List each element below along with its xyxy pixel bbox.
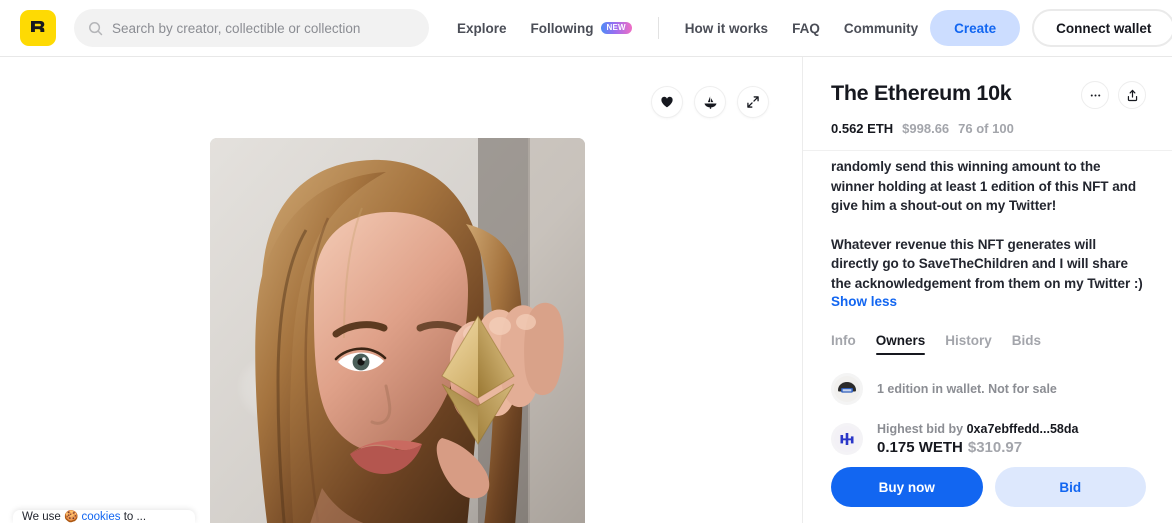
nav-item-explore[interactable]: Explore [457, 21, 519, 36]
list-item[interactable]: 1 edition in wallet. Not for sale [831, 373, 1146, 405]
nft-detail-panel: The Ethereum 10k 0.562 ETH $998.66 76 of… [803, 57, 1172, 523]
nav-item-faq[interactable]: FAQ [780, 21, 832, 36]
like-heart-icon[interactable] [651, 86, 683, 118]
nft-artwork-image[interactable] [210, 138, 585, 523]
nav-label-following: Following [530, 20, 594, 36]
cookie-emoji-icon: 🍪 [63, 511, 79, 523]
tab-info[interactable]: Info [831, 333, 856, 355]
tab-owners[interactable]: Owners [875, 333, 925, 355]
nav-divider [657, 17, 659, 39]
search-bar[interactable] [74, 9, 429, 47]
cookie-text-before: We use [22, 511, 64, 523]
expand-fullscreen-icon[interactable] [737, 86, 769, 118]
cookie-consent-banner[interactable]: We use 🍪 cookies to ... [13, 510, 195, 523]
bid-button[interactable]: Bid [994, 467, 1146, 507]
nav-label-faq: FAQ [792, 20, 820, 36]
highest-bid-label: Highest bid by 0xa7ebffedd...58da [877, 422, 1078, 436]
bidder-meta: Highest bid by 0xa7ebffedd...58da 0.175 … [877, 422, 1078, 455]
page-body: We use 🍪 cookies to ... The Ethereum 10k [0, 57, 1172, 523]
owner-avatar-icon [831, 373, 863, 405]
header-actions: Create Connect wallet [930, 9, 1172, 47]
page-title: The Ethereum 10k [831, 81, 1012, 105]
cookie-text-after: to ... [120, 511, 147, 523]
detail-scroll-area[interactable]: randomly send this winning amount to the… [803, 150, 1172, 455]
buy-now-button[interactable]: Buy now [831, 467, 983, 507]
edition-count: 76 of 100 [958, 121, 1014, 136]
highest-bid-usd: $310.97 [967, 439, 1023, 455]
title-row: The Ethereum 10k [831, 79, 1146, 109]
tab-bids[interactable]: Bids [1012, 333, 1041, 355]
owner-status-prefix: 1 edition in wallet. Not for sale [877, 382, 1057, 396]
nav-label-how-it-works: How it works [684, 20, 769, 36]
nav-item-following[interactable]: Following NEW [519, 21, 644, 36]
show-less-link[interactable]: Show less [831, 294, 897, 309]
bidder-address[interactable]: 0xa7ebffedd...58da [967, 422, 1079, 436]
create-button[interactable]: Create [930, 10, 1021, 46]
description-paragraph-1: randomly send this winning amount to the… [831, 159, 1137, 213]
connect-wallet-button[interactable]: Connect wallet [1032, 9, 1172, 47]
cookie-link[interactable]: cookies [78, 511, 121, 523]
share-upload-icon[interactable] [1118, 81, 1146, 109]
search-input[interactable] [112, 20, 415, 36]
list-item[interactable]: Highest bid by 0xa7ebffedd...58da 0.175 … [831, 422, 1146, 455]
main-nav: Explore Following NEW How it works FAQ C… [457, 17, 930, 39]
rarible-logo-icon[interactable] [20, 10, 56, 46]
tab-history[interactable]: History [945, 333, 992, 355]
description-paragraph-2: Whatever revenue this NFT generates will… [831, 236, 1143, 291]
top-navigation-bar: Explore Following NEW How it works FAQ C… [0, 0, 1172, 57]
nav-item-how-it-works[interactable]: How it works [673, 21, 780, 36]
search-icon [88, 21, 103, 36]
artwork-pane: We use 🍪 cookies to ... [0, 57, 803, 523]
ellipsis-menu-icon[interactable] [1081, 81, 1109, 109]
owner-status-text: 1 edition in wallet. Not for sale [877, 382, 1057, 396]
cta-row: Buy now Bid [803, 455, 1172, 523]
title-actions [1081, 81, 1146, 109]
price-row: 0.562 ETH $998.66 76 of 100 [831, 121, 1146, 150]
description-block: randomly send this winning amount to the… [831, 151, 1146, 311]
detail-header: The Ethereum 10k 0.562 ETH $998.66 76 of… [803, 57, 1172, 150]
detail-tabs: Info Owners History Bids [831, 333, 1146, 355]
price-usd: $998.66 [902, 121, 950, 136]
owners-list: 1 edition in wallet. Not for sale Highes… [831, 373, 1146, 455]
owner-meta: 1 edition in wallet. Not for sale [877, 382, 1057, 396]
price-eth: 0.562 ETH [831, 121, 894, 136]
opensea-ship-icon[interactable] [694, 86, 726, 118]
highest-bid-prefix: Highest bid by [877, 422, 967, 436]
artwork-toolbar [651, 86, 769, 118]
nav-item-community[interactable]: Community [832, 21, 930, 36]
new-badge: NEW [600, 21, 632, 35]
bidder-avatar-icon [831, 423, 863, 455]
nav-label-explore: Explore [457, 20, 507, 36]
cookie-banner-text: We use 🍪 cookies to ... [22, 511, 146, 523]
highest-bid-amount-row: 0.175 WETH $310.97 [877, 439, 1078, 455]
nav-label-community: Community [843, 20, 919, 36]
highest-bid-amount: 0.175 WETH [877, 439, 963, 455]
